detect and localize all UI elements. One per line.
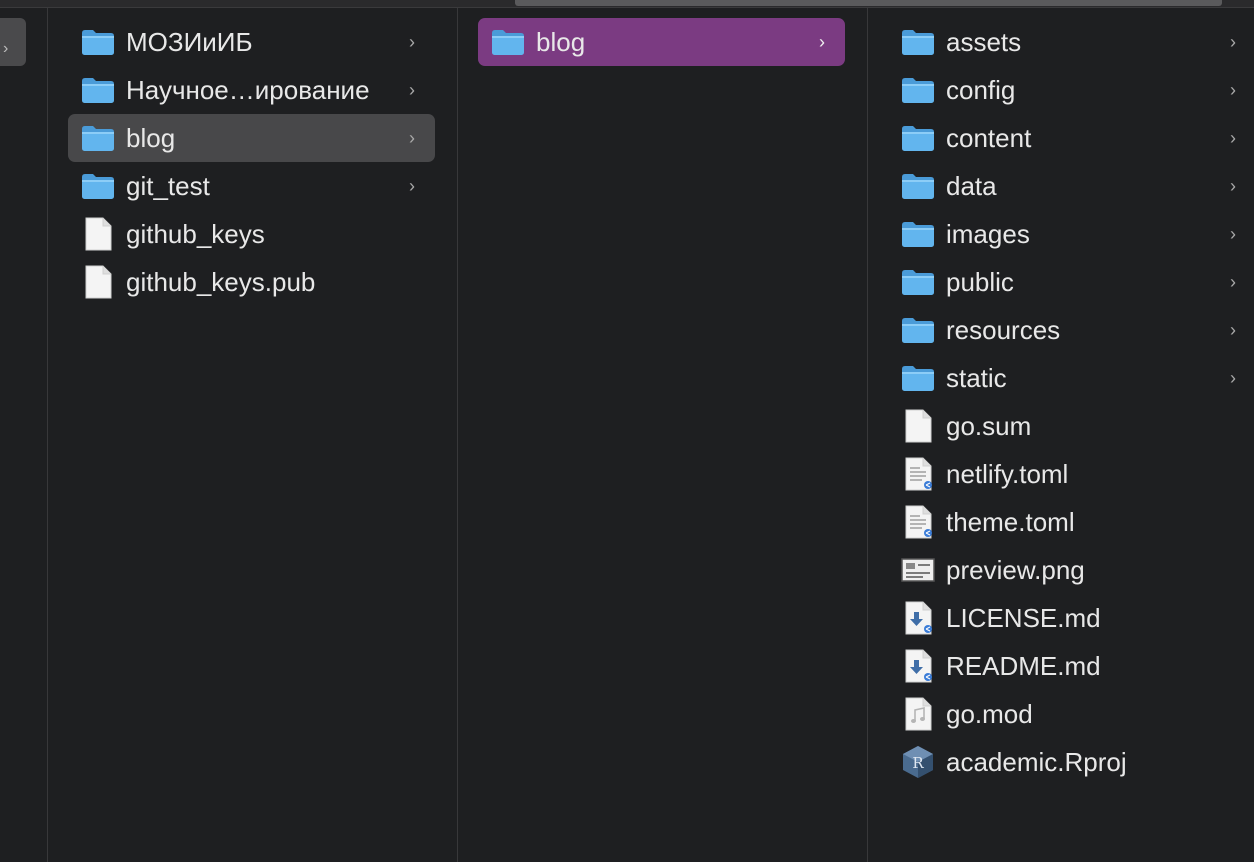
col3-row-folder[interactable]: assets ›	[888, 18, 1246, 66]
chevron-right-icon: ›	[3, 40, 9, 57]
svg-text:R: R	[912, 754, 924, 772]
folder-icon	[900, 120, 936, 156]
item-label: config	[946, 74, 1016, 105]
item-label: netlify.toml	[946, 458, 1069, 489]
item-label: LICENSE.md	[946, 602, 1101, 633]
folder-icon	[900, 216, 936, 252]
col3-row-file[interactable]: Racademic.Rproj	[888, 738, 1246, 786]
item-label: public	[946, 266, 1014, 297]
col3-row-file[interactable]: netlify.toml	[888, 450, 1246, 498]
chevron-right-icon: ›	[1230, 32, 1236, 52]
item-label: blog	[126, 122, 176, 153]
col2-row-folder[interactable]: blog ›	[478, 18, 845, 66]
chevron-right-icon: ›	[409, 80, 415, 100]
scrollbar-thumb[interactable]	[515, 0, 1222, 6]
item-label: github_keys.pub	[126, 266, 316, 297]
col1-row-folder[interactable]: git_test ›	[68, 162, 435, 210]
chevron-right-icon: ›	[409, 128, 415, 148]
chevron-right-icon: ›	[1230, 272, 1236, 292]
folder-icon	[80, 120, 116, 156]
horizontal-scrollbar[interactable]	[0, 0, 1254, 8]
item-label: assets	[946, 26, 1022, 57]
item-label: theme.toml	[946, 506, 1075, 537]
item-label: data	[946, 170, 997, 201]
column-parent[interactable]: ›	[0, 8, 48, 862]
col1-row-folder[interactable]: blog ›	[68, 114, 435, 162]
col1-row-folder[interactable]: Научное…ирование ›	[68, 66, 435, 114]
column-blog-parent[interactable]: blog ›	[458, 8, 868, 862]
column-home[interactable]: МОЗИиИБ › Научное…ирование › blog › git_test › g…	[48, 8, 458, 862]
item-label: resources	[946, 314, 1061, 345]
chevron-right-icon: ›	[409, 176, 415, 196]
text-document-icon	[900, 504, 936, 540]
blank-document-icon	[900, 408, 936, 444]
col3-row-file[interactable]: go.mod	[888, 690, 1246, 738]
item-label: github_keys	[126, 218, 265, 249]
item-label: images	[946, 218, 1030, 249]
markdown-file-icon	[900, 648, 936, 684]
item-label: git_test	[126, 170, 210, 201]
folder-icon	[80, 168, 116, 204]
item-label: README.md	[946, 650, 1101, 681]
markdown-file-icon	[900, 600, 936, 636]
folder-icon	[900, 360, 936, 396]
chevron-right-icon: ›	[819, 32, 825, 52]
item-label: blog	[536, 26, 586, 57]
item-label: МОЗИиИБ	[126, 26, 253, 57]
blank-document-icon	[80, 264, 116, 300]
blank-document-icon	[80, 216, 116, 252]
folder-icon	[490, 24, 526, 60]
col1-row-file[interactable]: github_keys	[68, 210, 435, 258]
col3-row-folder[interactable]: public ›	[888, 258, 1246, 306]
folder-icon	[900, 72, 936, 108]
col3-row-folder[interactable]: config ›	[888, 66, 1246, 114]
chevron-right-icon: ›	[1230, 368, 1236, 388]
chevron-right-icon: ›	[1230, 128, 1236, 148]
chevron-right-icon: ›	[1230, 80, 1236, 100]
parent-selected-item[interactable]: ›	[0, 18, 26, 66]
folder-icon	[900, 312, 936, 348]
item-label: static	[946, 362, 1007, 393]
col3-row-file[interactable]: preview.png	[888, 546, 1246, 594]
col3-row-folder[interactable]: resources ›	[888, 306, 1246, 354]
col3-row-file[interactable]: README.md	[888, 642, 1246, 690]
item-label: go.mod	[946, 698, 1033, 729]
col3-row-file[interactable]: go.sum	[888, 402, 1246, 450]
col3-row-folder[interactable]: images ›	[888, 210, 1246, 258]
chevron-right-icon: ›	[409, 32, 415, 52]
folder-icon	[900, 168, 936, 204]
audio-file-icon	[900, 696, 936, 732]
rproject-file-icon: R	[900, 744, 936, 780]
folder-icon	[900, 264, 936, 300]
item-label: preview.png	[946, 554, 1085, 585]
folder-icon	[900, 24, 936, 60]
col3-row-folder[interactable]: data ›	[888, 162, 1246, 210]
folder-icon	[80, 72, 116, 108]
finder-column-view: › МОЗИиИБ › Научное…ирование › blog › git_test…	[0, 0, 1254, 862]
col3-row-file[interactable]: LICENSE.md	[888, 594, 1246, 642]
chevron-right-icon: ›	[1230, 320, 1236, 340]
col3-row-folder[interactable]: static ›	[888, 354, 1246, 402]
chevron-right-icon: ›	[1230, 176, 1236, 196]
image-file-icon	[900, 552, 936, 588]
folder-icon	[80, 24, 116, 60]
text-document-icon	[900, 456, 936, 492]
col1-row-folder[interactable]: МОЗИиИБ ›	[68, 18, 435, 66]
item-label: content	[946, 122, 1032, 153]
chevron-right-icon: ›	[1230, 224, 1236, 244]
col1-row-file[interactable]: github_keys.pub	[68, 258, 435, 306]
col3-row-file[interactable]: theme.toml	[888, 498, 1246, 546]
item-label: go.sum	[946, 410, 1032, 441]
column-blog-contents[interactable]: assets › config › content › data › images › public…	[868, 8, 1254, 862]
col3-row-folder[interactable]: content ›	[888, 114, 1246, 162]
item-label: Научное…ирование	[126, 74, 370, 105]
item-label: academic.Rproj	[946, 746, 1127, 777]
